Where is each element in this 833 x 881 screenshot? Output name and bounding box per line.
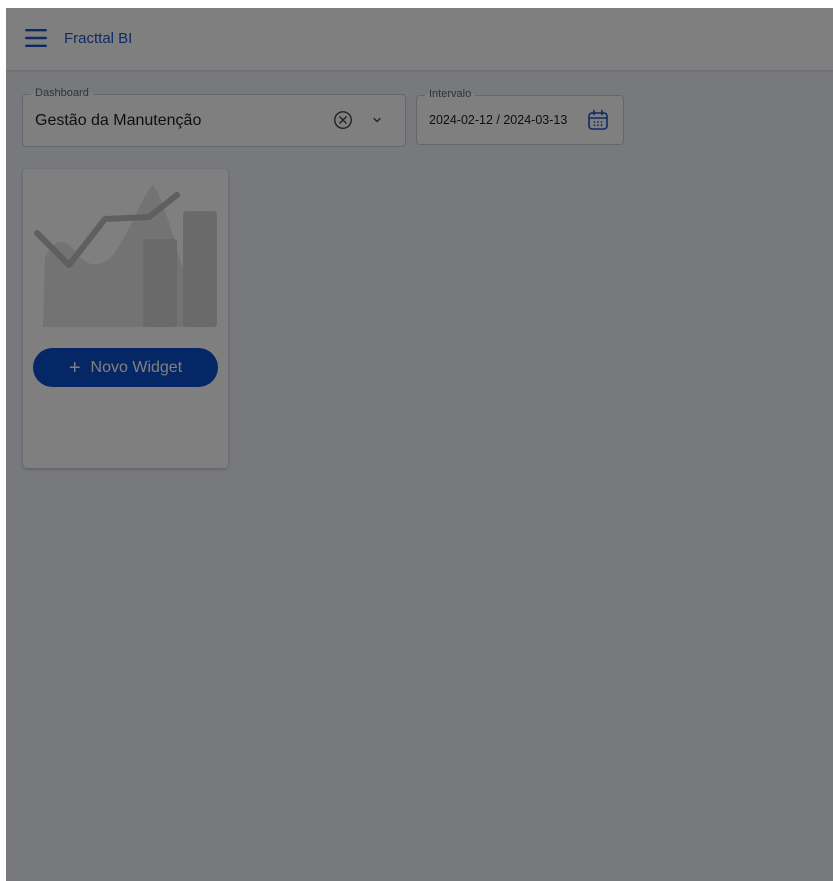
app-window: Fracttal BI Dashboard Gestão da Manutenç…	[6, 8, 833, 881]
modal-overlay-backdrop[interactable]	[6, 8, 833, 881]
